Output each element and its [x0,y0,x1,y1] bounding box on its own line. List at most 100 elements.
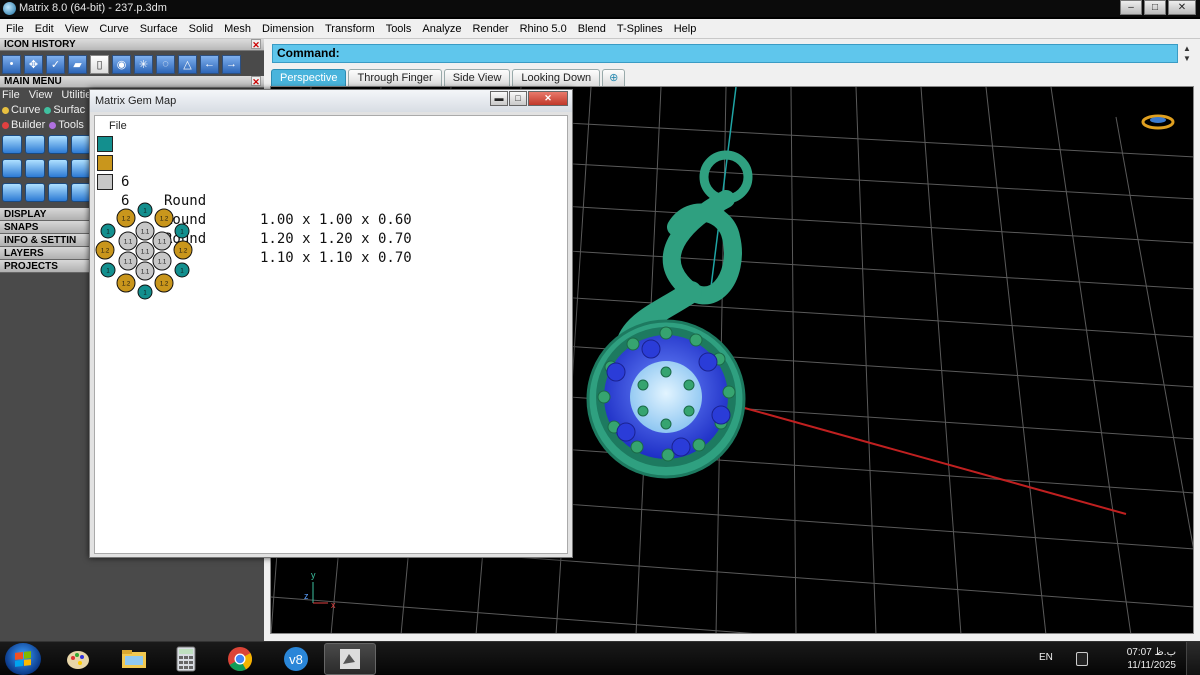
icon-history-toolbar: • ✥ ✓ ▰ ▯ ◉ ✳ ◌ △ ← → [0,53,264,75]
x-axis-line [740,406,1127,515]
menu-tools[interactable]: Tools [380,19,417,39]
heart-tool-icon[interactable] [25,159,45,178]
v8-app-icon[interactable]: v8 [270,643,322,675]
gem-map-titlebar[interactable]: Matrix Gem Map ▬ □ ✕ [90,90,572,112]
system-tray: EN 07:07 ب.ظ 11/11/2025 [1030,642,1200,675]
gem-cluster-stone: 1 [174,223,190,239]
resize-tool-icon[interactable] [71,135,91,154]
gem-map-minimize-button[interactable]: ▬ [490,91,508,106]
gem-cluster-label: 1.1 [141,250,150,256]
menu-help[interactable]: Help [668,19,702,39]
builder-item[interactable]: Builder [2,118,45,133]
arc-tool-icon[interactable] [25,183,45,202]
menu-curve[interactable]: Curve [93,19,133,39]
menu-edit[interactable]: Edit [29,19,59,39]
icon-history-close-icon[interactable]: ✕ [251,39,261,50]
tab-side-view[interactable]: Side View [443,69,511,86]
explorer-app-icon[interactable] [108,643,160,675]
layer-icon[interactable]: △ [178,54,197,74]
add-tab-icon[interactable]: ⊕ [602,69,626,86]
menu-transform[interactable]: Transform [319,19,380,39]
menu-rhino[interactable]: Rhino 5.0 [514,19,572,39]
close-button[interactable]: ✕ [1168,0,1196,15]
scroll-down-icon[interactable]: ▼ [1182,54,1192,64]
calculator-app-icon[interactable] [160,643,212,675]
matrix-app-icon[interactable] [324,643,376,675]
ring-icon[interactable]: ◌ [156,54,175,74]
gem-cluster-label: 1.2 [160,282,169,288]
gem-cluster-stone: 1.1 [152,231,172,251]
curve-item[interactable]: Curve [2,103,40,118]
gem-cluster-stone: 1.2 [173,240,193,260]
gem-cluster-stone: 1.1 [118,231,138,251]
tab-looking-down[interactable]: Looking Down [512,69,601,86]
menu-file[interactable]: File [0,19,29,39]
curve-dot-icon [2,106,9,114]
pave-tool-icon[interactable] [2,183,22,202]
menu-dimension[interactable]: Dimension [256,19,319,39]
menu-solid[interactable]: Solid [183,19,218,39]
open-icon[interactable]: ▰ [68,54,87,74]
back-icon[interactable]: ← [200,54,219,74]
clock[interactable]: 07:07 ب.ظ 11/11/2025 [1127,646,1176,672]
globe-icon[interactable]: ◉ [112,54,131,74]
menu-surface[interactable]: Surface [134,19,183,39]
scroll-up-icon[interactable]: ▲ [1182,44,1192,54]
pendant-model[interactable] [586,150,753,479]
main-menu-close-icon[interactable]: ✕ [251,76,261,87]
main-menu-header[interactable]: MAIN MENU ✕ [0,76,264,88]
gem-cluster-label: 1.2 [122,217,131,223]
menu-tsplines[interactable]: T-Splines [611,19,668,39]
point-icon[interactable]: • [2,54,21,74]
language-indicator[interactable]: EN [1039,652,1053,663]
main-menu-file[interactable]: File [2,88,20,103]
path-tool-icon[interactable] [71,183,91,202]
clock-time: 07:07 ب.ظ [1126,647,1176,658]
check-icon[interactable]: ✓ [46,54,65,74]
gem-cluster-stone: 1.2 [95,240,115,260]
ring-gumball-icon[interactable] [1141,114,1175,130]
surface-item[interactable]: Surfac [44,103,85,118]
gem-map-content: File 6 Round 1.00 x 1.00 x 0.60 6 Round … [94,115,568,554]
forward-icon[interactable]: → [222,54,241,74]
surface-tool-icon[interactable] [71,159,91,178]
command-line[interactable]: Command: [272,44,1178,63]
start-button[interactable] [5,643,41,675]
gem-map-file-menu[interactable]: File [109,120,127,132]
add-tool-icon[interactable] [48,135,68,154]
tab-perspective[interactable]: Perspective [271,69,347,86]
gem-map-close-button[interactable]: ✕ [528,91,568,106]
tools-item[interactable]: Tools [49,118,84,133]
menu-render[interactable]: Render [467,19,514,39]
gem-size: 1.20 x 1.20 x 0.70 [260,231,412,247]
builder-label: Builder [11,119,46,131]
menu-blend[interactable]: Blend [572,19,611,39]
icon-history-label: ICON HISTORY [4,39,76,50]
chrome-app-icon[interactable] [214,643,266,675]
new-icon[interactable]: ▯ [90,54,109,74]
gem-tool-icon[interactable] [48,159,68,178]
icon-history-header[interactable]: ICON HISTORY ✕ [0,39,264,51]
maximize-button[interactable]: □ [1144,0,1166,15]
menu-mesh[interactable]: Mesh [218,19,256,39]
menu-view[interactable]: View [59,19,94,39]
main-menu-view[interactable]: View [29,88,53,103]
tab-through-finger[interactable]: Through Finger [348,69,442,86]
main-menu-utilities[interactable]: Utilitie [61,88,91,103]
profile-tool-icon[interactable] [48,183,68,202]
minimize-button[interactable]: – [1120,0,1142,15]
bezel-tool-icon[interactable] [2,159,22,178]
show-desktop-button[interactable] [1186,642,1200,675]
gem-map-controls: ▬ □ ✕ [490,91,568,106]
snap-icon[interactable]: ✳ [134,54,153,74]
menu-analyze[interactable]: Analyze [416,19,466,39]
cut-tool-icon[interactable] [2,135,22,154]
rotate-tool-icon[interactable] [25,135,45,154]
gem-color-swatch [97,155,113,171]
move-icon[interactable]: ✥ [24,54,43,74]
network-icon[interactable] [1076,652,1088,666]
gem-map-maximize-button[interactable]: □ [509,91,527,106]
paint-app-icon[interactable] [52,643,104,675]
gem-cluster-label: 1.2 [122,282,131,288]
svg-text:v8: v8 [289,652,303,667]
